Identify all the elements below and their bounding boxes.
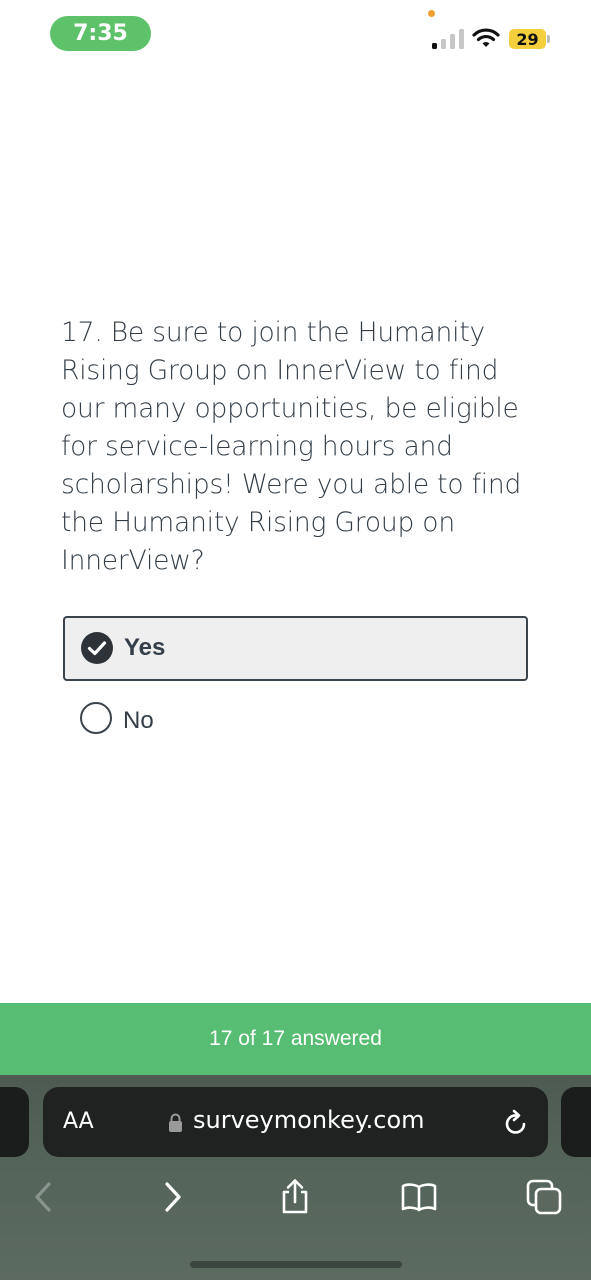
address-bar[interactable]: AA surveymonkey.com [43, 1087, 548, 1157]
status-time: 7:35 [50, 16, 151, 51]
bookmarks-icon[interactable] [400, 1178, 438, 1216]
forward-icon[interactable] [153, 1178, 191, 1216]
option-yes[interactable]: Yes [63, 616, 528, 681]
reload-icon[interactable] [503, 1109, 529, 1137]
progress-footer: 17 of 17 answered [0, 1003, 591, 1075]
progress-text: 17 of 17 answered [209, 1026, 382, 1050]
battery-icon: 29 [509, 29, 546, 49]
back-icon[interactable] [25, 1178, 63, 1216]
option-no-label: No [123, 707, 154, 734]
tabs-icon[interactable] [525, 1178, 563, 1216]
option-yes-label: Yes [124, 634, 166, 661]
share-icon[interactable] [276, 1178, 314, 1216]
checkmark-circle-icon [81, 632, 113, 664]
question-text: 17. Be sure to join the Humanity Rising … [61, 317, 522, 576]
previous-tab-preview[interactable] [0, 1087, 29, 1157]
reader-settings-button[interactable]: AA [63, 1109, 94, 1134]
url-text[interactable]: surveymonkey.com [193, 1106, 425, 1134]
browser-toolbar: AA surveymonkey.com [0, 1075, 591, 1280]
signal-icon [432, 29, 464, 49]
privacy-indicator-dot [428, 10, 435, 17]
next-tab-preview[interactable] [561, 1087, 591, 1157]
wifi-icon [472, 28, 500, 47]
battery-cap [547, 35, 550, 43]
lock-icon [169, 1113, 182, 1132]
option-no[interactable]: No [80, 702, 280, 736]
radio-circle-icon [80, 702, 112, 734]
aa-label: AA [63, 1109, 94, 1134]
home-indicator[interactable] [190, 1261, 402, 1268]
status-bar: 7:35 29 [0, 0, 591, 70]
